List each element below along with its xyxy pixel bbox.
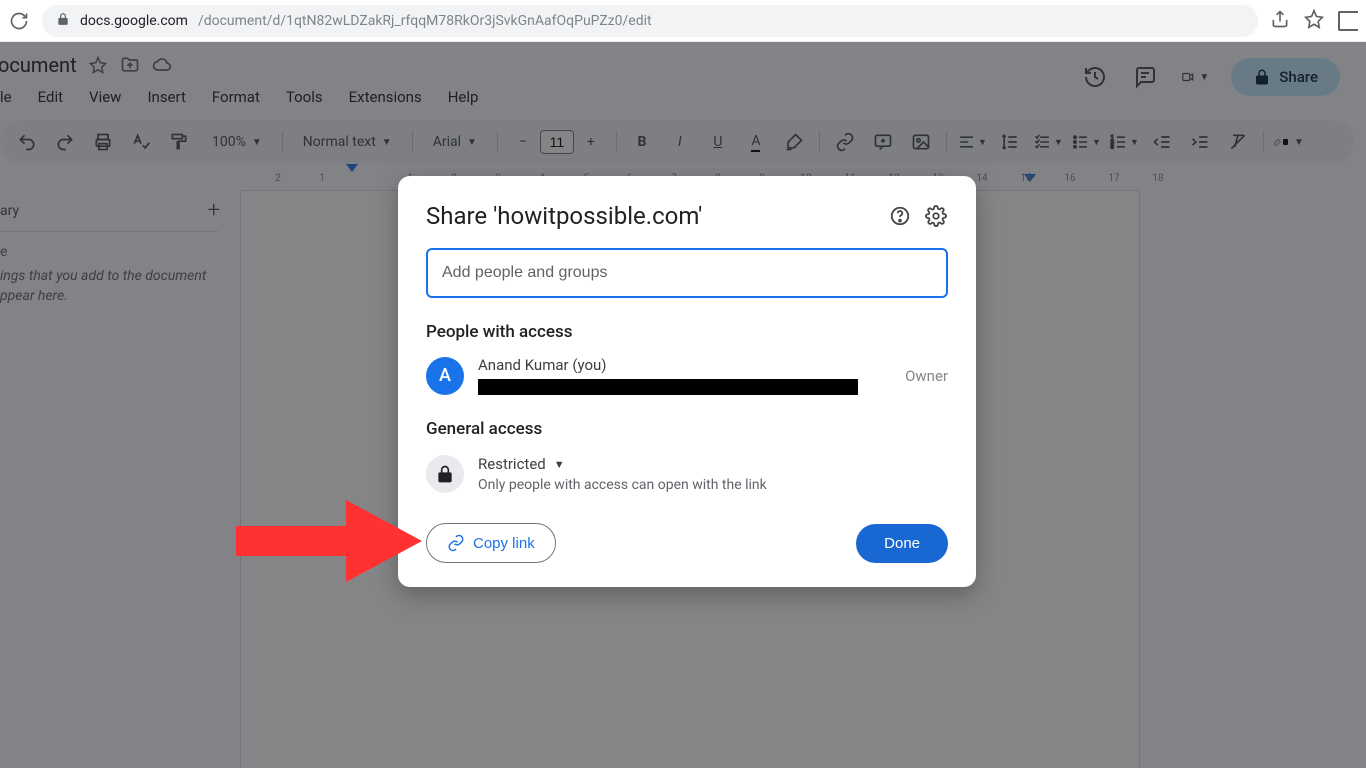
share-dialog-title: Share 'howitpossible.com' xyxy=(426,202,876,230)
person-name: Anand Kumar (you) xyxy=(478,356,858,374)
access-description: Only people with access can open with th… xyxy=(478,477,767,493)
share-page-icon[interactable] xyxy=(1270,9,1290,33)
extensions-icon[interactable] xyxy=(1338,11,1358,31)
chrome-actions xyxy=(1270,9,1358,33)
add-people-input[interactable] xyxy=(426,248,948,298)
help-icon[interactable] xyxy=(888,204,912,228)
avatar: A xyxy=(426,357,464,395)
gear-icon[interactable] xyxy=(924,204,948,228)
share-dialog: Share 'howitpossible.com' People with ac… xyxy=(398,176,976,587)
person-row: A Anand Kumar (you) Owner xyxy=(426,356,948,395)
url-path: /document/d/1qtN82wLDZakRj_rfqqM78RkOr3j… xyxy=(198,13,652,29)
general-access-row: Restricted ▼ Only people with access can… xyxy=(426,455,948,493)
browser-chrome-bar: docs.google.com/document/d/1qtN82wLDZakR… xyxy=(0,0,1366,42)
url-host: docs.google.com xyxy=(80,13,188,29)
general-access-heading: General access xyxy=(426,419,948,439)
address-bar[interactable]: docs.google.com/document/d/1qtN82wLDZakR… xyxy=(42,5,1258,37)
chevron-down-icon: ▼ xyxy=(554,458,565,471)
done-button[interactable]: Done xyxy=(856,524,948,563)
lock-icon xyxy=(56,12,70,30)
bookmark-star-icon[interactable] xyxy=(1304,9,1324,33)
lock-icon xyxy=(426,455,464,493)
owner-label: Owner xyxy=(905,367,948,385)
docs-app: ocument le Edit View Insert Format Tools… xyxy=(0,42,1366,768)
access-mode-select[interactable]: Restricted ▼ xyxy=(478,455,767,473)
person-email-redacted xyxy=(478,379,858,395)
reload-icon[interactable] xyxy=(8,10,30,32)
copy-link-button[interactable]: Copy link xyxy=(426,523,556,563)
people-with-access-heading: People with access xyxy=(426,322,948,342)
